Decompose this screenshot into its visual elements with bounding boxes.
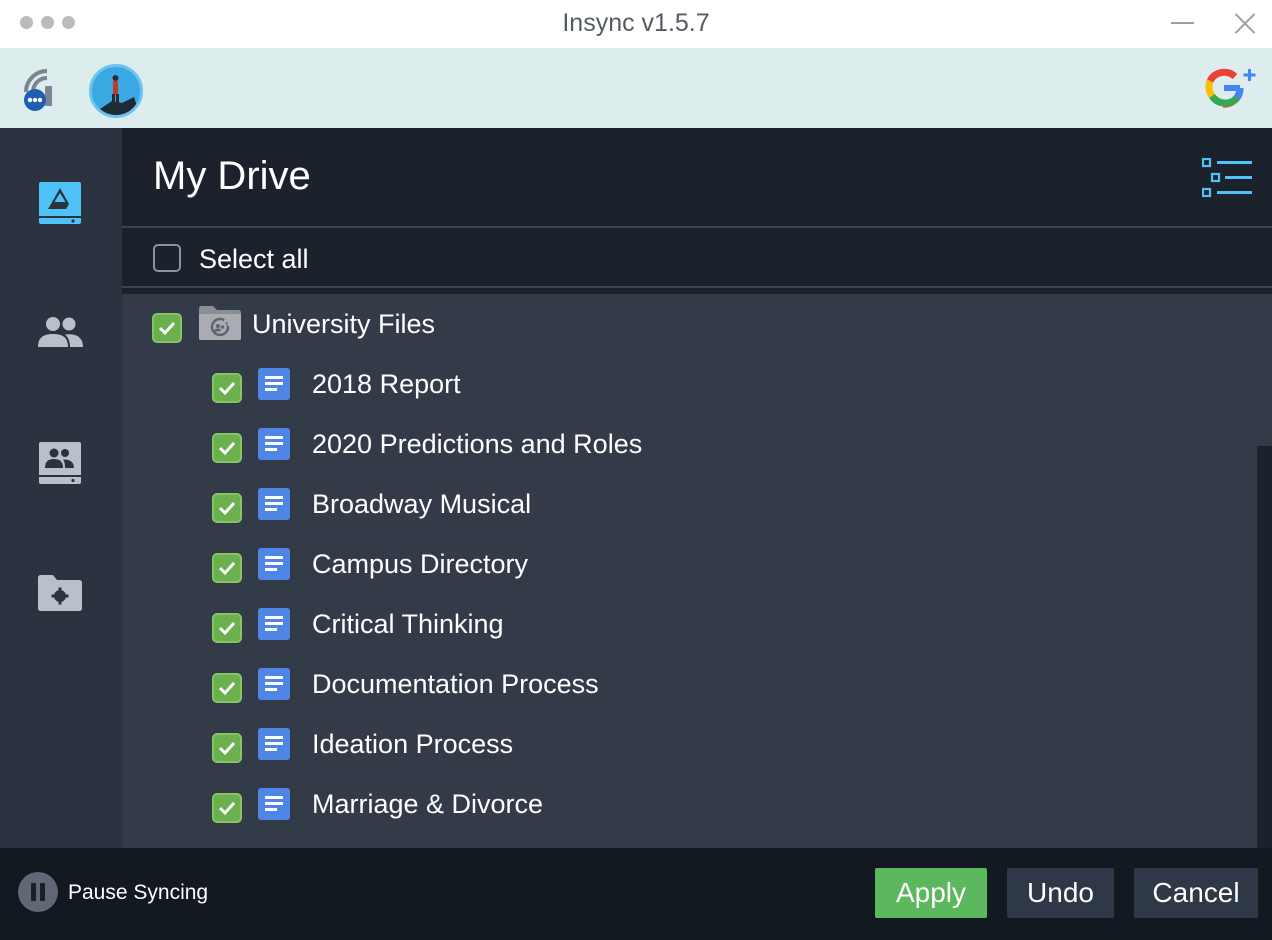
google-doc-icon bbox=[258, 548, 290, 580]
google-drive-icon bbox=[39, 182, 81, 224]
tree-row-file[interactable]: 2018 Report bbox=[122, 354, 1257, 414]
shared-folder-icon bbox=[198, 305, 242, 341]
sidebar-item-folder-settings[interactable] bbox=[30, 562, 90, 622]
file-name: 2018 Report bbox=[312, 369, 461, 399]
pause-syncing-button[interactable]: Pause Syncing bbox=[68, 881, 208, 905]
row-checkbox[interactable] bbox=[212, 793, 242, 823]
team-drive-icon bbox=[39, 442, 81, 484]
google-doc-icon bbox=[258, 608, 290, 640]
select-all-label: Select all bbox=[199, 244, 309, 274]
tree-row-file[interactable]: Ideation Process bbox=[122, 714, 1257, 774]
google-doc-icon bbox=[258, 668, 290, 700]
row-checkbox[interactable] bbox=[212, 613, 242, 643]
header: My Drive bbox=[122, 128, 1272, 228]
tree-row-file[interactable]: Critical Thinking bbox=[122, 594, 1257, 654]
file-name: Campus Directory bbox=[312, 549, 529, 579]
sidebar-item-shared[interactable] bbox=[30, 302, 90, 362]
row-checkbox[interactable] bbox=[212, 373, 242, 403]
sidebar-item-my-drive[interactable] bbox=[30, 172, 90, 232]
folder-settings-icon bbox=[38, 575, 82, 611]
cancel-button[interactable]: Cancel bbox=[1134, 868, 1258, 918]
row-checkbox[interactable] bbox=[212, 553, 242, 583]
select-all-checkbox[interactable] bbox=[153, 244, 181, 272]
file-name: Broadway Musical bbox=[312, 489, 532, 519]
tree-row-file[interactable]: Broadway Musical bbox=[122, 474, 1257, 534]
tree-row-file[interactable]: 2020 Predictions and Roles bbox=[122, 414, 1257, 474]
scrollbar-gap bbox=[1257, 294, 1272, 446]
row-checkbox[interactable] bbox=[212, 493, 242, 523]
avatar[interactable] bbox=[89, 64, 143, 118]
page-title: My Drive bbox=[153, 154, 311, 198]
tree-row-file[interactable]: Documentation Process bbox=[122, 654, 1257, 714]
sidebar bbox=[0, 128, 122, 848]
file-tree: University Files 2018 Report 2020 Predic… bbox=[122, 294, 1257, 848]
tree-row-folder[interactable]: University Files bbox=[122, 294, 1257, 354]
insync-logo-icon[interactable] bbox=[20, 66, 60, 112]
tree-row-file[interactable]: Marriage & Divorce bbox=[122, 774, 1257, 834]
row-checkbox[interactable] bbox=[152, 313, 182, 343]
footer: Pause Syncing Apply Undo Cancel bbox=[0, 848, 1272, 940]
google-doc-icon bbox=[258, 368, 290, 400]
file-name: Ideation Process bbox=[312, 729, 514, 759]
main-panel: My Drive Select all University Files 201… bbox=[122, 128, 1272, 848]
folder-name: University Files bbox=[252, 309, 436, 339]
select-all-row[interactable]: Select all bbox=[122, 230, 1272, 286]
file-name: Marriage & Divorce bbox=[312, 789, 544, 819]
undo-button[interactable]: Undo bbox=[1007, 868, 1114, 918]
pause-icon[interactable] bbox=[18, 872, 58, 912]
scrollbar-thumb[interactable] bbox=[1257, 446, 1272, 756]
account-bar bbox=[0, 48, 1272, 128]
divider bbox=[122, 286, 1272, 288]
google-doc-icon bbox=[258, 728, 290, 760]
tree-row-file[interactable]: Campus Directory bbox=[122, 534, 1257, 594]
google-plus-icon[interactable] bbox=[1204, 66, 1260, 110]
shared-people-icon bbox=[38, 317, 83, 347]
divider bbox=[122, 226, 1272, 228]
close-icon[interactable] bbox=[1232, 10, 1258, 36]
google-doc-icon bbox=[258, 788, 290, 820]
title-bar: Insync v1.5.7 bbox=[0, 0, 1272, 48]
minimize-icon[interactable] bbox=[1170, 12, 1196, 34]
file-name: Critical Thinking bbox=[312, 609, 504, 639]
file-name: Documentation Process bbox=[312, 669, 599, 699]
window-title: Insync v1.5.7 bbox=[562, 9, 710, 37]
google-doc-icon bbox=[258, 488, 290, 520]
apply-button[interactable]: Apply bbox=[875, 868, 987, 918]
tree-view-icon[interactable] bbox=[1201, 157, 1254, 198]
row-checkbox[interactable] bbox=[212, 673, 242, 703]
row-checkbox[interactable] bbox=[212, 733, 242, 763]
row-checkbox[interactable] bbox=[212, 433, 242, 463]
google-doc-icon bbox=[258, 428, 290, 460]
sidebar-item-team-drives[interactable] bbox=[30, 432, 90, 492]
file-name: 2020 Predictions and Roles bbox=[312, 429, 643, 459]
